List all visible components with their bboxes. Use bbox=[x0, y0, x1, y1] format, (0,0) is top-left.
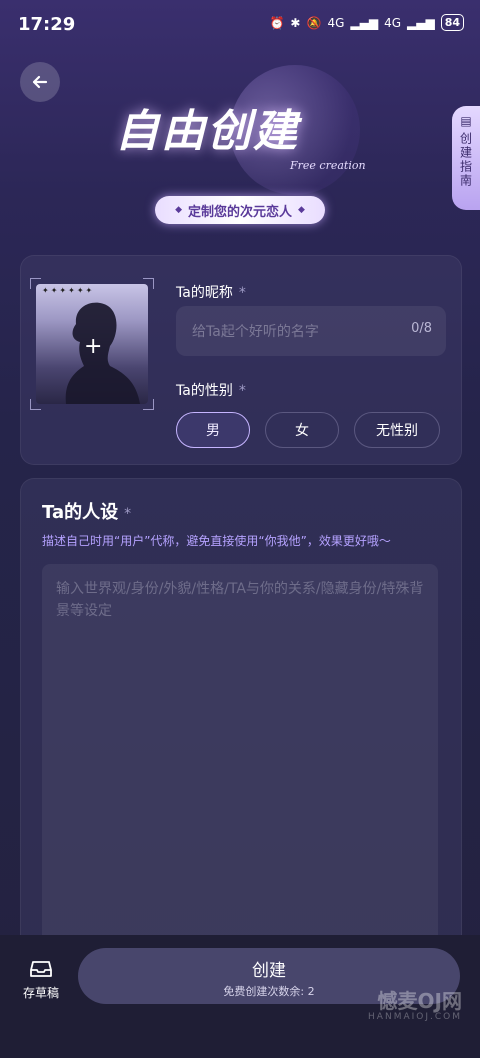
gender-label: Ta的性别 * bbox=[176, 380, 246, 400]
tagline-pill: ◆ 定制您的次元恋人 ◆ bbox=[155, 196, 325, 224]
persona-hint: 描述自己时用“用户”代称，避免直接使用“你我他”，效果更好哦～ bbox=[42, 534, 391, 548]
persona-title-text: Ta的人设 bbox=[42, 502, 119, 523]
gender-male-button[interactable]: 男 bbox=[176, 412, 250, 448]
guide-tab-label: 创建指南 bbox=[458, 132, 473, 188]
signal-icon: ▂▄▆ bbox=[350, 15, 379, 30]
inbox-icon bbox=[30, 961, 52, 977]
status-time: 17:29 bbox=[18, 14, 76, 35]
status-bar: 17:29 ⏰ ✱ 🔕 4G ▂▄▆ 4G ▂▄▆ 84 bbox=[0, 0, 480, 50]
persona-title: Ta的人设 * bbox=[42, 498, 131, 524]
save-draft-button[interactable]: 存草稿 bbox=[18, 958, 64, 1001]
nickname-placeholder: 给Ta起个好听的名字 bbox=[192, 324, 319, 340]
signal-label-1: 4G bbox=[327, 15, 345, 30]
nickname-label-text: Ta的昵称 bbox=[176, 285, 233, 301]
status-icons: ⏰ ✱ 🔕 4G ▂▄▆ 4G ▂▄▆ 84 bbox=[269, 14, 464, 31]
alarm-icon: ⏰ bbox=[269, 15, 285, 30]
nickname-input[interactable]: 给Ta起个好听的名字 0/8 bbox=[176, 306, 446, 356]
arrow-left-icon bbox=[32, 75, 48, 89]
required-mark: * bbox=[124, 506, 132, 522]
gender-none-button[interactable]: 无性别 bbox=[354, 412, 440, 448]
hero-banner: 自由创建 Free creation bbox=[80, 55, 400, 195]
add-icon: + bbox=[84, 334, 103, 359]
page-title: 自由创建 bbox=[115, 106, 299, 157]
page-subtitle: Free creation bbox=[290, 159, 366, 172]
create-button-label: 创建 bbox=[252, 961, 286, 981]
bluetooth-icon: ✱ bbox=[290, 15, 301, 30]
diamond-icon: ◆ bbox=[175, 205, 182, 215]
watermark-url: HANMAIOJ.COM bbox=[368, 1012, 462, 1022]
avatar-upload[interactable]: ✦✦✦✦✦✦ + bbox=[30, 278, 154, 410]
battery-icon: 84 bbox=[440, 14, 464, 31]
required-mark: * bbox=[238, 383, 246, 399]
avatar-placeholder: ✦✦✦✦✦✦ + bbox=[36, 284, 148, 404]
guide-tab[interactable]: ▤ 创建指南 bbox=[452, 106, 480, 210]
persona-placeholder: 输入世界观/身份/外貌/性格/TA与你的关系/隐藏身份/特殊背景等设定 bbox=[56, 581, 424, 619]
save-draft-label: 存草稿 bbox=[22, 986, 59, 1000]
watermark-logo: 憾麦OJ网 bbox=[377, 989, 462, 1013]
gender-female-button[interactable]: 女 bbox=[265, 412, 339, 448]
tagline-text: 定制您的次元恋人 bbox=[187, 204, 292, 220]
nickname-label: Ta的昵称 * bbox=[176, 282, 246, 302]
persona-textarea[interactable]: 输入世界观/身份/外貌/性格/TA与你的关系/隐藏身份/特殊背景等设定 bbox=[42, 564, 438, 964]
signal-label-2: 4G bbox=[384, 15, 401, 30]
required-mark: * bbox=[238, 285, 246, 301]
diamond-icon-right: ◆ bbox=[298, 205, 305, 215]
gender-label-text: Ta的性别 bbox=[176, 383, 233, 399]
mute-icon: 🔕 bbox=[306, 15, 322, 30]
signal-icon-2: ▂▄▆ bbox=[407, 15, 435, 30]
back-button[interactable] bbox=[20, 62, 60, 102]
book-icon: ▤ bbox=[460, 114, 472, 128]
nickname-counter: 0/8 bbox=[411, 321, 432, 336]
